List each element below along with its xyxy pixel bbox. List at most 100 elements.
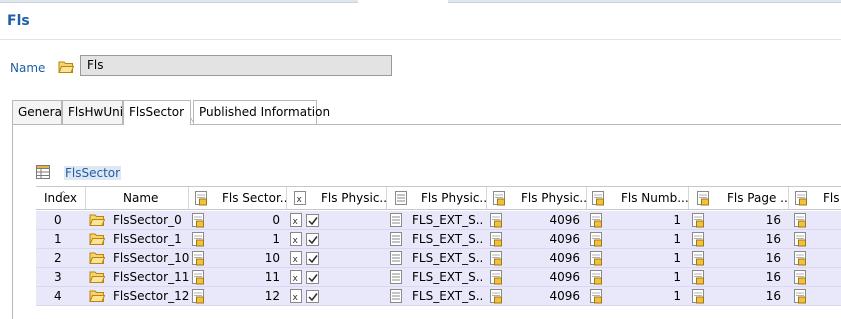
cell-fls-physic-text[interactable]: FLS_EXT_S... bbox=[412, 249, 484, 268]
integer-param-icon bbox=[794, 270, 808, 285]
text-param-icon bbox=[390, 289, 404, 304]
integer-param-icon bbox=[192, 251, 206, 266]
integer-param-icon bbox=[692, 251, 706, 266]
integer-param-icon bbox=[692, 289, 706, 304]
cell-fls-numb[interactable]: 1 bbox=[608, 268, 681, 287]
integer-param-icon bbox=[794, 232, 808, 247]
tab-flssector[interactable]: FlsSector bbox=[123, 100, 191, 125]
page-title: Fls bbox=[7, 13, 30, 29]
folder-icon bbox=[89, 270, 106, 284]
column-header-index[interactable]: ⌃ Index bbox=[36, 187, 86, 209]
cell-fls-numb[interactable]: 1 bbox=[608, 287, 681, 306]
cell-fls-sector[interactable]: 12 bbox=[208, 287, 280, 306]
name-field[interactable]: Fls bbox=[80, 55, 392, 76]
cell-name[interactable]: FlsSector_10 bbox=[113, 249, 189, 268]
integer-param-icon bbox=[490, 289, 504, 304]
text-param-icon bbox=[390, 213, 404, 228]
name-label: Name bbox=[10, 61, 46, 75]
section-label-flssector[interactable]: FlsSector bbox=[64, 166, 122, 180]
folder-icon bbox=[58, 61, 74, 73]
integer-param-icon bbox=[592, 191, 604, 206]
cell-fls-numb[interactable]: 1 bbox=[608, 230, 681, 249]
integer-param-icon bbox=[195, 191, 207, 206]
checkbox-fls-physic[interactable] bbox=[306, 271, 319, 284]
integer-param-icon bbox=[794, 289, 808, 304]
integer-param-icon bbox=[490, 270, 504, 285]
cell-fls-numb[interactable]: 1 bbox=[608, 249, 681, 268]
boolean-param-icon: x bbox=[290, 251, 304, 266]
cell-fls-physic-text[interactable]: FLS_EXT_S... bbox=[412, 287, 484, 306]
checkbox-fls-physic[interactable] bbox=[306, 214, 319, 227]
integer-param-icon bbox=[692, 213, 706, 228]
cell-fls-physic-size[interactable]: 4096 bbox=[506, 287, 580, 306]
tab-general[interactable]: General bbox=[12, 100, 65, 124]
text-param-icon bbox=[395, 191, 407, 205]
cell-fls-physic-text[interactable]: FLS_EXT_S... bbox=[412, 268, 484, 287]
cell-fls-sector[interactable]: 11 bbox=[208, 268, 280, 287]
column-header-fls-physic-2[interactable]: Fls Physic... bbox=[387, 187, 487, 209]
column-header-fls-sector[interactable]: Fls Sector... bbox=[189, 187, 287, 209]
cell-name[interactable]: FlsSector_0 bbox=[113, 211, 189, 230]
integer-param-icon bbox=[490, 213, 504, 228]
boolean-param-icon: x bbox=[294, 191, 306, 205]
checkbox-fls-physic[interactable] bbox=[306, 290, 319, 303]
cell-fls-physic-size[interactable]: 4096 bbox=[506, 230, 580, 249]
table-row[interactable]: 3 FlsSector_11 11 x FLS_EXT_S... 4096 1 16 bbox=[36, 268, 841, 287]
integer-param-icon bbox=[192, 270, 206, 285]
cell-fls-physic-size[interactable]: 4096 bbox=[506, 249, 580, 268]
cell-name[interactable]: FlsSector_11 bbox=[113, 268, 189, 287]
integer-param-icon bbox=[590, 213, 604, 228]
cell-fls-sector[interactable]: 0 bbox=[208, 211, 280, 230]
cell-index: 4 bbox=[54, 289, 62, 303]
tab-flshwunit[interactable]: FlsHwUnit bbox=[62, 100, 128, 124]
integer-param-icon bbox=[192, 289, 206, 304]
tab-published-information[interactable]: Published Information bbox=[193, 100, 330, 124]
cell-index: 2 bbox=[54, 251, 62, 265]
cell-index: 0 bbox=[54, 213, 62, 227]
cell-fls-sector[interactable]: 1 bbox=[208, 230, 280, 249]
table-row[interactable]: 0 FlsSector_0 0 x FLS_EXT_S... 4096 1 16 bbox=[36, 211, 841, 230]
integer-param-icon bbox=[794, 213, 808, 228]
integer-param-icon bbox=[590, 232, 604, 247]
integer-param-icon bbox=[697, 191, 709, 206]
cell-fls-physic-size[interactable]: 4096 bbox=[506, 211, 580, 230]
folder-icon bbox=[89, 251, 106, 265]
table-row[interactable]: 2 FlsSector_10 10 x FLS_EXT_S... 4096 1 16 bbox=[36, 249, 841, 268]
table-row[interactable]: 4 FlsSector_12 12 x FLS_EXT_S... 4096 1 16 bbox=[36, 287, 841, 306]
integer-param-icon bbox=[590, 251, 604, 266]
integer-param-icon bbox=[590, 270, 604, 285]
integer-param-icon bbox=[795, 191, 807, 206]
checkbox-fls-physic[interactable] bbox=[306, 233, 319, 246]
cell-fls-page[interactable]: 16 bbox=[708, 211, 781, 230]
tab-bar: General FlsHwUnit FlsSector Published In… bbox=[12, 100, 841, 125]
cell-fls-page[interactable]: 16 bbox=[708, 249, 781, 268]
column-header-name[interactable]: Name bbox=[86, 187, 189, 209]
column-header-fls-page[interactable]: Fls Page ... bbox=[689, 187, 789, 209]
svg-text:x: x bbox=[293, 293, 299, 303]
column-header-fls-physic-3[interactable]: Fls Physic... bbox=[487, 187, 587, 209]
cell-fls-page[interactable]: 16 bbox=[708, 268, 781, 287]
column-header-fls-numb[interactable]: Fls Numb... bbox=[587, 187, 689, 209]
cell-fls-physic-text[interactable]: FLS_EXT_S... bbox=[412, 230, 484, 249]
text-param-icon bbox=[390, 270, 404, 285]
boolean-param-icon: x bbox=[290, 289, 304, 304]
integer-param-icon bbox=[192, 213, 206, 228]
checkbox-fls-physic[interactable] bbox=[306, 252, 319, 265]
cell-name[interactable]: FlsSector_1 bbox=[113, 230, 189, 249]
folder-icon bbox=[89, 232, 106, 246]
column-header-fls-physic-1[interactable]: x Fls Physic... bbox=[287, 187, 387, 209]
cell-fls-physic-text[interactable]: FLS_EXT_S... bbox=[412, 211, 484, 230]
cell-fls-sector[interactable]: 10 bbox=[208, 249, 280, 268]
cell-fls-page[interactable]: 16 bbox=[708, 287, 781, 306]
table-header-row: ⌃ Index Name Fls Sector... x Fls Physic.… bbox=[36, 186, 841, 210]
cell-fls-physic-size[interactable]: 4096 bbox=[506, 268, 580, 287]
cell-fls-numb[interactable]: 1 bbox=[608, 211, 681, 230]
cell-name[interactable]: FlsSector_12 bbox=[113, 287, 189, 306]
column-header-fls-s[interactable]: Fls S bbox=[789, 187, 841, 209]
table-row[interactable]: 1 FlsSector_1 1 x FLS_EXT_S... 4096 1 16 bbox=[36, 230, 841, 249]
cell-fls-page[interactable]: 16 bbox=[708, 230, 781, 249]
integer-param-icon bbox=[490, 232, 504, 247]
cell-index: 1 bbox=[54, 232, 62, 246]
boolean-param-icon: x bbox=[290, 270, 304, 285]
svg-text:x: x bbox=[293, 255, 299, 265]
